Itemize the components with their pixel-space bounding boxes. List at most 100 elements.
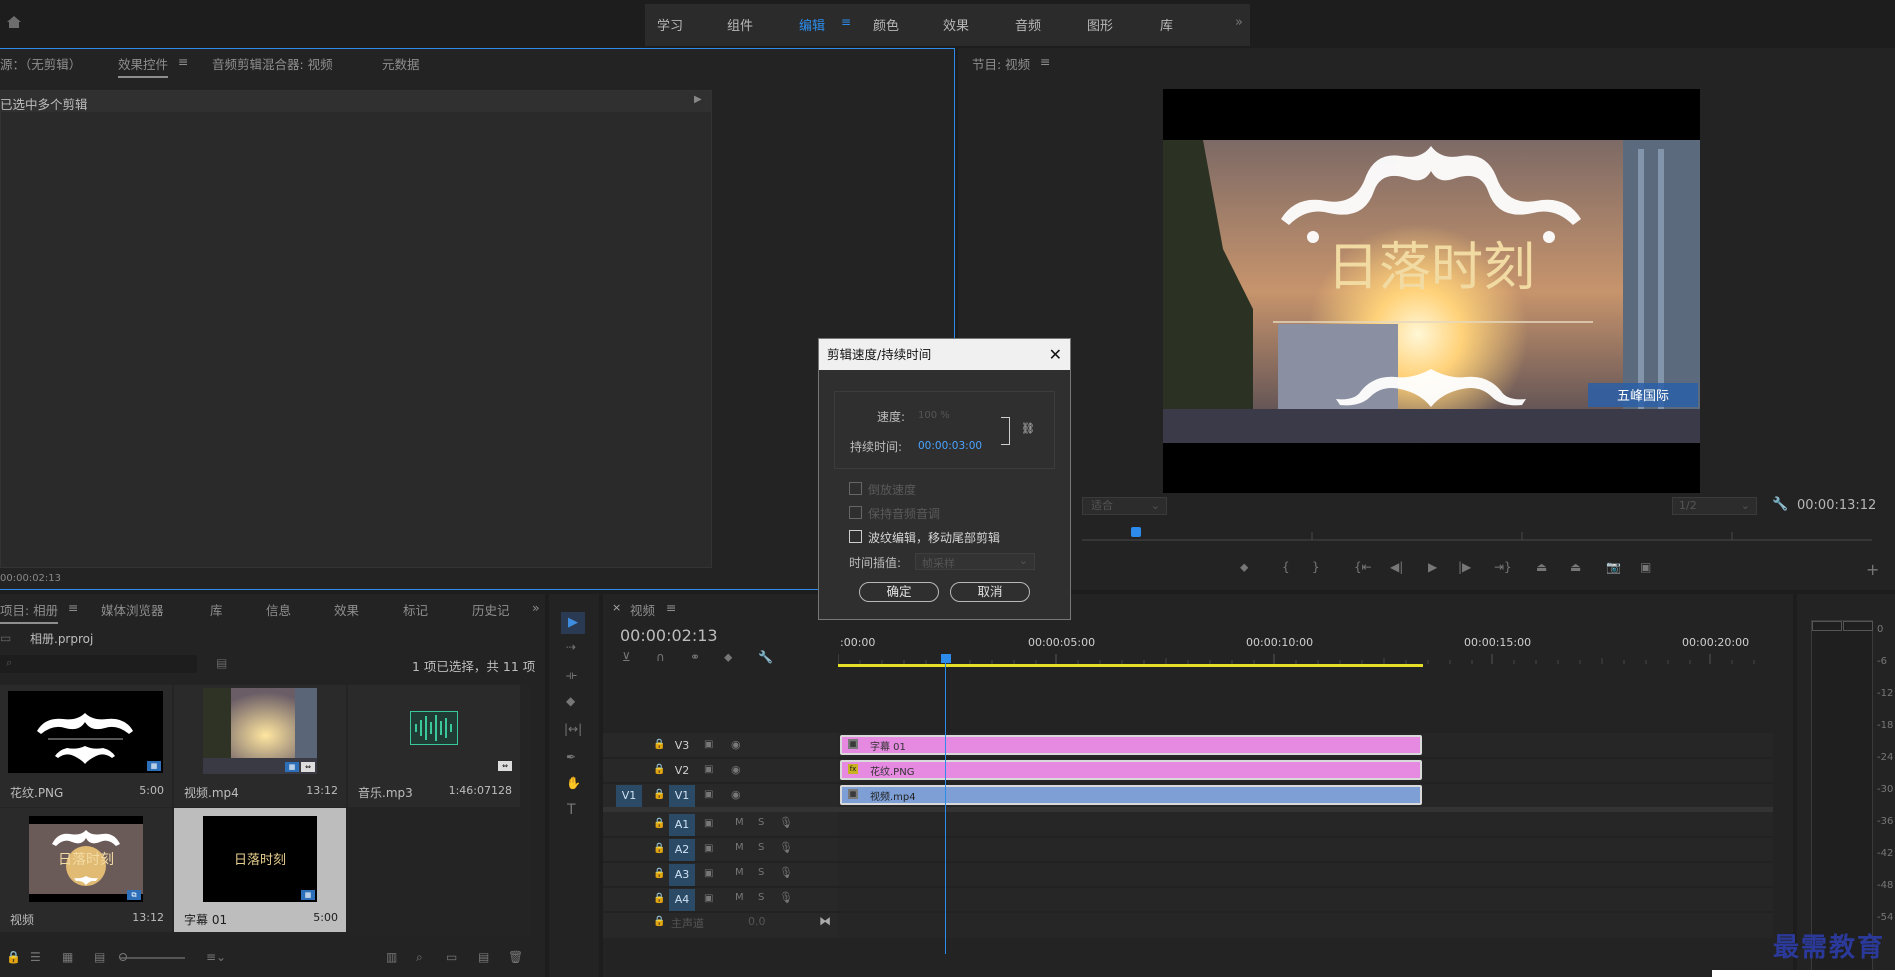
compare-icon[interactable]: ▣ bbox=[1640, 560, 1651, 574]
workspace-editing[interactable]: 编辑 bbox=[799, 15, 825, 34]
zoom-slider[interactable] bbox=[120, 957, 185, 959]
work-area-bar[interactable] bbox=[838, 664, 1423, 667]
workspace-assembly[interactable]: 组件 bbox=[727, 15, 753, 34]
more-workspaces-icon[interactable]: » bbox=[1235, 15, 1243, 30]
mark-out-icon[interactable]: } bbox=[1312, 560, 1320, 574]
duration-value[interactable]: 00:00:03:00 bbox=[918, 440, 982, 452]
fit-select[interactable]: 适合 ⌄ bbox=[1082, 497, 1167, 515]
hand-tool-icon[interactable]: ✋ bbox=[566, 776, 581, 790]
program-playhead[interactable] bbox=[1131, 527, 1141, 537]
project-item-caption[interactable]: 日落时刻 ▦ 字幕 01 5:00 bbox=[174, 808, 346, 932]
add-button-icon[interactable]: + bbox=[1866, 560, 1879, 579]
reverse-speed-checkbox[interactable] bbox=[849, 482, 862, 495]
program-scrub-bar[interactable] bbox=[1082, 525, 1872, 541]
clip-caption[interactable]: ▦ 字幕 01 bbox=[840, 735, 1422, 755]
play-icon[interactable]: ▶ bbox=[1428, 560, 1437, 574]
find-icon[interactable]: ⌕ bbox=[416, 950, 423, 965]
markers-tab[interactable]: 标记 bbox=[403, 600, 428, 619]
ripple-edit-tool-icon[interactable]: ⟛ bbox=[566, 668, 577, 683]
metadata-tab[interactable]: 元数据 bbox=[382, 54, 420, 73]
add-marker-icon[interactable]: ⬥ bbox=[1240, 560, 1248, 575]
delete-icon[interactable]: 🗑 bbox=[508, 950, 523, 964]
project-item-video-mp4[interactable]: ▦ ⇔ 视频.mp4 13:12 bbox=[174, 685, 346, 807]
project-search-input[interactable]: ⌕ bbox=[0, 655, 197, 673]
list-view-icon[interactable]: ☰ bbox=[30, 950, 41, 964]
workspace-menu-icon[interactable]: ≡ bbox=[841, 15, 851, 29]
history-tab[interactable]: 历史记 bbox=[472, 600, 510, 619]
extract-icon[interactable]: ⏏ bbox=[1570, 560, 1581, 574]
clip-video[interactable]: ▦ 视频.mp4 bbox=[840, 785, 1422, 805]
timeline-playhead-handle[interactable] bbox=[941, 654, 951, 663]
lift-icon[interactable]: ⏏ bbox=[1536, 560, 1547, 574]
selection-tool-icon[interactable]: ▶ bbox=[561, 612, 585, 634]
new-bin-icon[interactable]: ▭ bbox=[446, 950, 457, 964]
program-timecode[interactable]: 00:00:13:12 bbox=[1797, 498, 1876, 513]
icon-view-icon[interactable]: ▦ bbox=[62, 950, 73, 964]
go-to-out-icon[interactable]: ⇥} bbox=[1494, 560, 1512, 574]
pen-tool-icon[interactable]: ✒ bbox=[566, 750, 576, 764]
more-panels-icon[interactable]: » bbox=[532, 600, 540, 615]
razor-tool-icon[interactable]: ◆ bbox=[566, 694, 575, 708]
project-tab[interactable]: 项目: 相册 bbox=[0, 600, 59, 624]
project-menu-icon[interactable]: ≡ bbox=[68, 600, 78, 615]
effects-tab[interactable]: 效果 bbox=[334, 600, 359, 619]
sort-icon[interactable]: ≡⌄ bbox=[206, 950, 226, 964]
expand-arrow-icon[interactable]: ▶ bbox=[694, 94, 702, 105]
timeline-timecode[interactable]: 00:00:02:13 bbox=[620, 626, 718, 645]
effect-controls-menu-icon[interactable]: ≡ bbox=[178, 54, 188, 69]
type-tool-icon[interactable]: T bbox=[567, 802, 576, 818]
clip-ornament[interactable]: fx 花纹.PNG bbox=[840, 760, 1422, 780]
project-item-sequence[interactable]: 日落时刻 ⧉ 视频 13:12 bbox=[0, 808, 172, 932]
effect-controls-timecode[interactable]: 00:00:02:13 bbox=[0, 573, 61, 584]
zoom-slider-handle[interactable] bbox=[119, 953, 127, 961]
workspace-learn[interactable]: 学习 bbox=[657, 15, 683, 34]
settings-wrench-icon[interactable]: 🔧 bbox=[758, 650, 773, 664]
workspace-color[interactable]: 颜色 bbox=[873, 15, 899, 34]
sequence-menu-icon[interactable]: ≡ bbox=[666, 600, 676, 615]
linked-selection-icon[interactable]: ⚭ bbox=[690, 650, 700, 664]
program-monitor-tab[interactable]: 节目: 视频 bbox=[972, 54, 1030, 73]
export-frame-icon[interactable]: 📷 bbox=[1606, 560, 1621, 574]
track-select-tool-icon[interactable]: ⇢ bbox=[566, 640, 576, 654]
close-sequence-icon[interactable]: × bbox=[612, 601, 621, 614]
ok-button[interactable]: 确定 bbox=[859, 582, 939, 602]
cancel-button[interactable]: 取消 bbox=[950, 582, 1030, 602]
media-browser-tab[interactable]: 媒体浏览器 bbox=[101, 600, 164, 619]
project-item-ornament[interactable]: ▦ 花纹.PNG 5:00 bbox=[0, 685, 172, 807]
go-to-in-icon[interactable]: {⇤ bbox=[1354, 560, 1372, 574]
step-forward-icon[interactable]: |▶ bbox=[1458, 560, 1471, 574]
automate-icon[interactable]: ▥ bbox=[386, 950, 397, 964]
time-interpolation-select[interactable]: 帧采样 ⌄ bbox=[915, 553, 1035, 570]
wrench-icon[interactable]: 🔧 bbox=[1772, 497, 1788, 512]
slip-tool-icon[interactable]: |↔| bbox=[564, 722, 582, 736]
time-ruler[interactable]: :00:00 00:00:05:00 00:00:10:00 00:00:15:… bbox=[838, 636, 1773, 666]
new-item-icon[interactable]: ▤ bbox=[478, 950, 489, 964]
home-icon[interactable] bbox=[6, 14, 22, 30]
mark-in-icon[interactable]: { bbox=[1282, 560, 1290, 574]
step-back-icon[interactable]: ◀| bbox=[1390, 560, 1403, 574]
close-icon[interactable]: ✕ bbox=[1049, 339, 1062, 370]
add-marker-timeline-icon[interactable]: ⬥ bbox=[724, 650, 732, 665]
workspace-effects[interactable]: 效果 bbox=[943, 15, 969, 34]
sequence-tab[interactable]: 视频 bbox=[630, 600, 655, 619]
lock-icon[interactable]: 🔒 bbox=[6, 950, 21, 964]
workspace-libraries[interactable]: 库 bbox=[1160, 15, 1173, 34]
timeline-playhead-line[interactable] bbox=[945, 662, 946, 954]
new-bin-from-search-icon[interactable]: ▤ bbox=[216, 656, 227, 670]
workspace-graphics[interactable]: 图形 bbox=[1087, 15, 1113, 34]
maintain-pitch-checkbox[interactable] bbox=[849, 506, 862, 519]
project-item-music[interactable]: ⇔ 音乐.mp3 1:46:07128 bbox=[348, 685, 520, 807]
program-menu-icon[interactable]: ≡ bbox=[1040, 54, 1050, 69]
libraries-tab[interactable]: 库 bbox=[210, 600, 223, 619]
freeform-view-icon[interactable]: ▤ bbox=[94, 950, 105, 964]
ripple-edit-checkbox[interactable] bbox=[849, 530, 862, 543]
audio-clip-mixer-tab[interactable]: 音频剪辑混合器: 视频 bbox=[212, 54, 333, 73]
resolution-select[interactable]: 1/2 ⌄ bbox=[1672, 497, 1757, 515]
workspace-audio[interactable]: 音频 bbox=[1015, 15, 1041, 34]
nest-icon[interactable]: ⊻ bbox=[622, 650, 631, 664]
link-chain-icon[interactable]: ⛓ bbox=[1021, 422, 1035, 435]
speed-value[interactable]: 100 % bbox=[918, 410, 950, 421]
source-tab[interactable]: 源：（无剪辑） bbox=[0, 54, 81, 73]
info-tab[interactable]: 信息 bbox=[266, 600, 291, 619]
snap-icon[interactable]: ∩ bbox=[656, 650, 665, 664]
